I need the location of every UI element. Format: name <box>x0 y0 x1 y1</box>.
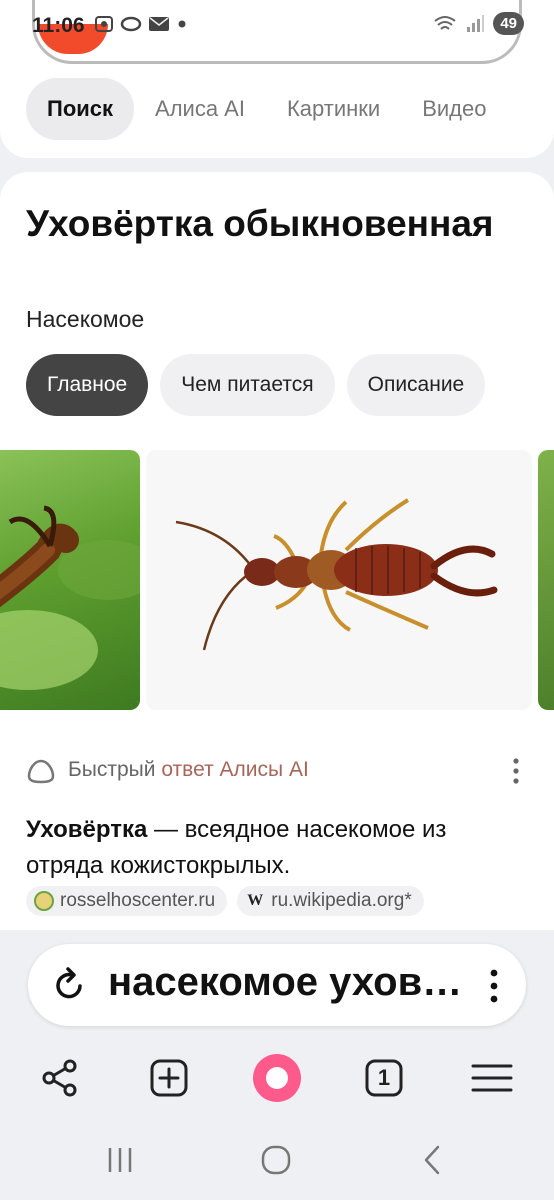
browser-bottom: насекомое уховёртка <box>0 930 554 1200</box>
tab-search[interactable]: Поиск <box>26 78 135 140</box>
alice-voice-icon <box>253 1054 301 1102</box>
more-options-icon[interactable] <box>506 756 526 786</box>
status-time: 11:06 <box>32 14 85 37</box>
tab-alice-ai[interactable]: Алиса AI <box>134 78 266 140</box>
entity-title: Уховёртка обыкновенная <box>26 203 494 244</box>
recent-apps-icon <box>108 1148 132 1172</box>
source-label: rosselhoscenter.ru <box>60 890 216 911</box>
chip-main[interactable]: Главное <box>26 354 149 416</box>
recent-apps-button[interactable] <box>100 1140 140 1180</box>
chip-description[interactable]: Описание <box>346 354 486 416</box>
signal-icon <box>467 14 485 32</box>
tab-video[interactable]: Видео <box>401 78 507 140</box>
search-query-text[interactable]: насекомое уховёртка <box>108 960 468 1005</box>
home-button[interactable] <box>256 1140 296 1180</box>
dot-icon <box>178 20 186 28</box>
answer-term: Уховёртка <box>26 816 148 843</box>
source-rosselhoscenter[interactable]: rosselhoscenter.ru <box>26 886 228 916</box>
back-button[interactable] <box>412 1140 452 1180</box>
rosselhoscenter-icon <box>34 891 54 911</box>
query-menu-icon[interactable] <box>488 968 500 1004</box>
screenshot-icon <box>95 16 113 32</box>
chip-diet[interactable]: Чем питается <box>160 354 335 416</box>
answer-sources: rosselhoscenter.ru W ru.wikipedia.org* <box>26 886 424 916</box>
gallery-image-earwig[interactable] <box>146 450 532 710</box>
share-button[interactable] <box>32 1050 88 1106</box>
alice-button[interactable] <box>249 1050 305 1106</box>
entity-subtitle: Насекомое <box>26 306 145 332</box>
battery-indicator: 49 <box>493 12 524 35</box>
mail-icon <box>149 17 169 31</box>
menu-button[interactable] <box>464 1050 520 1106</box>
search-query-bar[interactable]: насекомое уховёртка <box>28 944 526 1026</box>
search-header: 11:06 49 Поиск Алиса AI Картинки Видео <box>0 0 554 158</box>
status-bar: 11:06 49 <box>0 0 554 52</box>
back-icon <box>424 1145 440 1175</box>
image-gallery[interactable] <box>0 450 554 712</box>
tabs-switcher-button[interactable]: 1 <box>356 1050 412 1106</box>
home-icon <box>261 1145 291 1175</box>
gallery-image-1[interactable] <box>0 450 140 710</box>
alice-label-prefix: Быстрый <box>68 758 162 781</box>
add-tab-icon <box>150 1059 188 1097</box>
alice-outline-icon <box>27 759 55 784</box>
source-label: ru.wikipedia.org* <box>271 890 412 911</box>
tab-images[interactable]: Картинки <box>266 78 401 140</box>
tabs-count: 1 <box>377 1065 391 1090</box>
wifi-icon <box>434 15 456 30</box>
status-system: 49 <box>433 12 524 35</box>
share-icon <box>42 1059 77 1097</box>
entity-card: Уховёртка обыкновенная Насекомое Главное… <box>0 172 554 932</box>
status-notifications <box>94 14 188 34</box>
wikipedia-icon: W <box>247 892 264 909</box>
alice-answer-label: Быстрый ответ Алисы AI <box>68 758 309 782</box>
alice-label-brand: ответ Алисы AI <box>161 758 309 781</box>
entity-chips: Главное Чем питается Описание <box>26 354 486 416</box>
alice-answer-text: Уховёртка — всеядное насекомое из отряда… <box>26 812 526 884</box>
hamburger-menu-icon <box>471 1064 513 1092</box>
alice-answer-header: Быстрый ответ Алисы AI <box>26 756 526 786</box>
link-icon <box>120 16 142 32</box>
new-tab-button[interactable] <box>141 1050 197 1106</box>
search-tabs: Поиск Алиса AI Картинки Видео <box>26 78 507 140</box>
reload-icon[interactable] <box>52 966 88 1004</box>
gallery-image-3[interactable] <box>538 450 554 710</box>
browser-toolbar: 1 <box>0 1050 554 1106</box>
system-navigation <box>0 1130 554 1190</box>
source-wikipedia[interactable]: W ru.wikipedia.org* <box>237 886 424 916</box>
